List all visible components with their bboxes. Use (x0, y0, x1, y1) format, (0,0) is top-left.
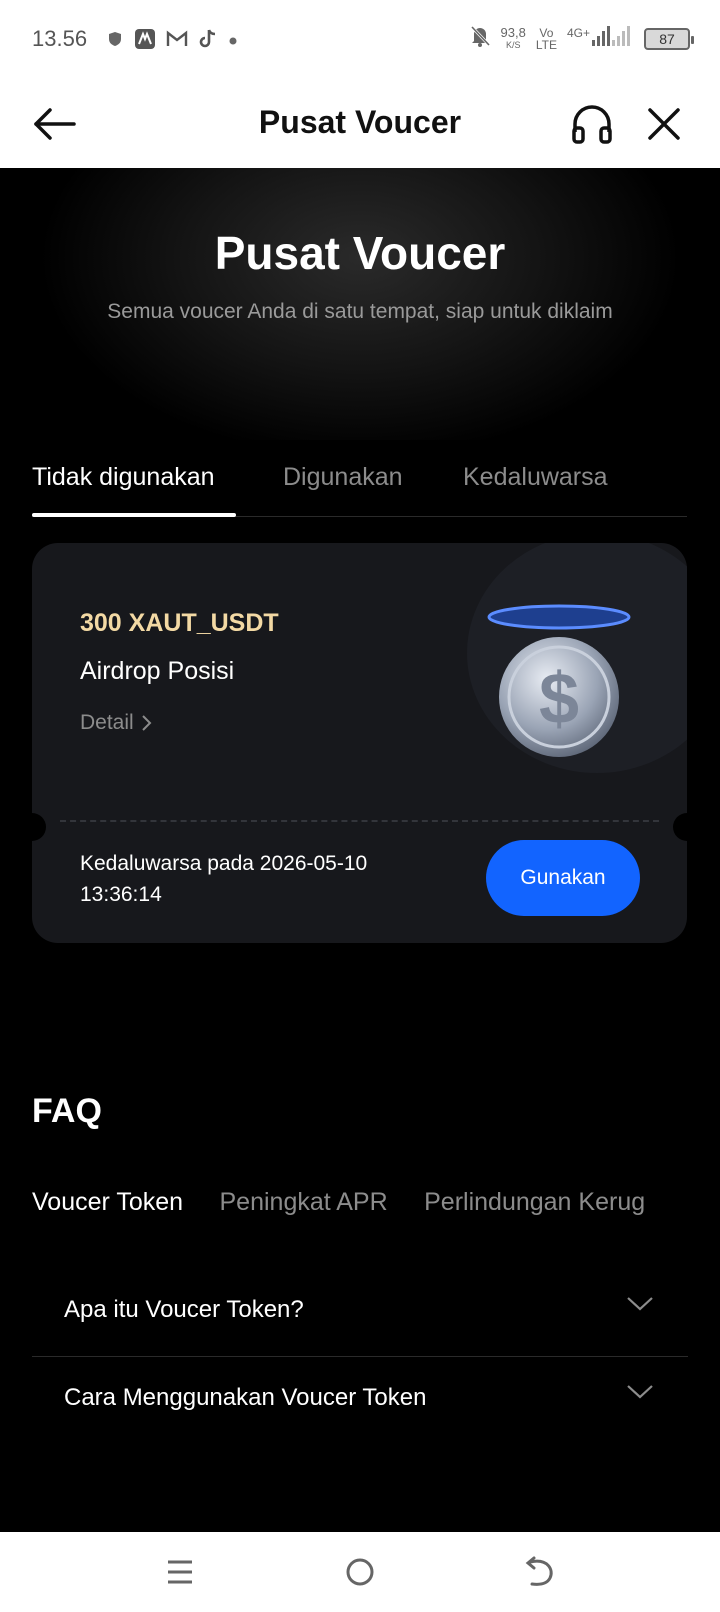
net-speed-unit: K/S (505, 39, 521, 50)
menu-icon (168, 1560, 192, 1584)
faq-title: FAQ (32, 1092, 102, 1130)
detail-label: Detail (80, 711, 134, 734)
faq-tab-loss-protection[interactable]: Perlindungan Kerug (424, 1188, 645, 1217)
faq-tabs: Voucer Token Peningkat APR Perlindungan … (32, 1188, 688, 1228)
voucher-amount: 300 XAUT_USDT (80, 609, 279, 637)
voucher-expiry: Kedaluwarsa pada 2026-05-10 13:36:14 (80, 848, 440, 910)
tab-unused[interactable]: Tidak digunakan (32, 463, 215, 492)
nav-back-button[interactable] (520, 1552, 560, 1592)
hero-subtitle: Semua voucer Anda di satu tempat, siap u… (107, 300, 613, 323)
status-time: 13.56 (32, 26, 88, 51)
net-speed-value: 93,8 (500, 24, 526, 40)
expiry-date: Kedaluwarsa pada 2026-05-10 (80, 852, 368, 875)
volte-indicator: Vo LTE (536, 27, 557, 51)
card-notch-right (673, 813, 687, 841)
volte-bottom: LTE (535, 37, 557, 52)
app-bar: Pusat Voucer (0, 82, 720, 168)
hero-title: Pusat Voucer (214, 227, 506, 279)
voucher-title: Airdrop Posisi (80, 657, 235, 685)
chevron-down-icon (627, 1297, 653, 1311)
gmail-icon (166, 30, 188, 53)
nav-menu-button[interactable] (160, 1552, 200, 1592)
tiktok-icon (198, 28, 218, 55)
battery-level: 87 (659, 30, 675, 47)
hero-banner: Pusat Voucer Semua voucer Anda di satu t… (0, 168, 720, 440)
faq-tab-token-voucher[interactable]: Voucer Token (32, 1188, 183, 1217)
expiry-time: 13:36:14 (80, 883, 162, 906)
dot-icon (228, 33, 238, 51)
volte-top: Vo (539, 25, 554, 40)
shield-notification-icon (106, 30, 124, 53)
faq-question: Apa itu Voucer Token? (64, 1296, 304, 1323)
chevron-right-icon (141, 715, 152, 731)
close-button[interactable] (644, 104, 684, 144)
status-right: 93,8 K/S Vo LTE 4G+ 87 (469, 24, 694, 53)
nav-home-button[interactable] (340, 1552, 380, 1592)
tab-expired[interactable]: Kedaluwarsa (463, 463, 608, 492)
faq-tab-apr-booster[interactable]: Peningkat APR (220, 1188, 388, 1217)
back-icon (525, 1556, 553, 1586)
faq-question: Cara Menggunakan Voucer Token (64, 1384, 427, 1411)
coin-illustration: $ (484, 599, 634, 759)
headset-icon (572, 105, 612, 144)
app-notification-icon (134, 28, 156, 55)
chevron-down-icon (627, 1385, 653, 1399)
signal-bars-icon (592, 26, 610, 51)
tab-active-indicator (32, 513, 236, 517)
use-voucher-button[interactable]: Gunakan (486, 840, 640, 916)
battery-icon: 87 (644, 27, 694, 50)
faq-item[interactable]: Cara Menggunakan Voucer Token (32, 1356, 688, 1444)
voucher-tabs: Tidak digunakan Digunakan Kedaluwarsa (32, 455, 687, 517)
network-type: 4G+ (566, 26, 590, 40)
faq-item[interactable]: Apa itu Voucer Token? (32, 1268, 688, 1356)
support-button[interactable] (570, 102, 614, 146)
tab-used[interactable]: Digunakan (283, 463, 403, 492)
signal-group: 4G+ (567, 26, 634, 51)
system-nav-bar (0, 1532, 720, 1612)
signal-bars-2-icon (612, 26, 634, 51)
card-notch-left (32, 813, 46, 841)
mute-bell-icon (469, 24, 491, 53)
net-speed: 93,8 K/S (500, 24, 526, 51)
notification-icons (106, 28, 238, 55)
close-icon (648, 108, 680, 140)
card-divider (60, 820, 659, 822)
status-bar: 13.56 93,8 K/S Vo LTE 4G+ 87 (0, 0, 720, 82)
coin-symbol: $ (539, 659, 579, 739)
voucher-detail-link[interactable]: Detail (80, 711, 152, 735)
voucher-card: 300 XAUT_USDT Airdrop Posisi Detail $ Ke… (32, 543, 687, 943)
home-circle-icon (346, 1558, 374, 1586)
